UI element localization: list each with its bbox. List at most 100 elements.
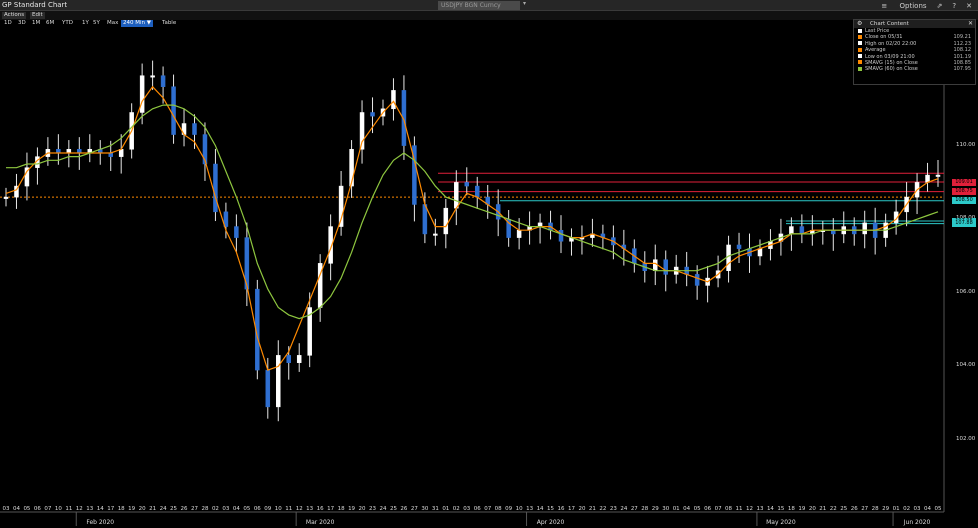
legend-rows: Last Price Close on 05/31 109.21 High on 02… bbox=[854, 28, 975, 73]
price-candle bbox=[265, 369, 271, 408]
x-tick-label: 27 bbox=[411, 506, 418, 512]
x-tick-label: 06 bbox=[474, 506, 481, 512]
price-candle bbox=[160, 75, 166, 87]
x-tick-label: 13 bbox=[86, 506, 93, 512]
price-candle bbox=[454, 182, 459, 209]
gear-icon[interactable]: ⚙ bbox=[857, 20, 862, 28]
x-tick-label: 27 bbox=[191, 506, 198, 512]
x-tick-label: 27 bbox=[631, 506, 638, 512]
x-tick-label: 10 bbox=[516, 506, 523, 512]
price-candle bbox=[192, 123, 197, 135]
x-tick-label: 11 bbox=[285, 506, 292, 512]
x-tick-label: 01 bbox=[673, 506, 680, 512]
month-label: Feb 2020 bbox=[86, 519, 114, 526]
x-tick-label: 31 bbox=[432, 506, 439, 512]
legend-header[interactable]: ⚙ Chart Content ✕ bbox=[854, 20, 975, 28]
x-tick-label: 21 bbox=[819, 506, 826, 512]
x-tick-label: 14 bbox=[97, 506, 104, 512]
x-tick-label: 13 bbox=[756, 506, 763, 512]
x-tick-label: 29 bbox=[882, 506, 889, 512]
x-tick-label: 06 bbox=[254, 506, 261, 512]
x-tick-label: 26 bbox=[181, 506, 188, 512]
price-chart[interactable]: 03 04 05 06 07 10 11 12 13 14 17 18 19 20 21 24 25 26 27 28… bbox=[0, 0, 978, 528]
x-tick-label: 15 bbox=[547, 506, 554, 512]
x-tick-label: 22 bbox=[830, 506, 837, 512]
x-tick-label: 05 bbox=[243, 506, 250, 512]
price-candle bbox=[862, 222, 867, 235]
legend-label: Average bbox=[865, 47, 886, 54]
legend-row[interactable]: SMAVG (60) on Close 107.95 bbox=[854, 66, 975, 72]
price-candle bbox=[370, 112, 375, 117]
price-badge: 108.75 bbox=[952, 188, 976, 196]
price-candle bbox=[276, 355, 281, 408]
legend-swatch bbox=[858, 54, 862, 59]
x-tick-label: 11 bbox=[65, 506, 72, 512]
price-candle bbox=[757, 248, 763, 257]
x-tick-label: 08 bbox=[725, 506, 732, 512]
x-tick-label: 05 bbox=[23, 506, 30, 512]
y-tick-label: 104.00 bbox=[956, 362, 976, 369]
x-tick-label: 02 bbox=[212, 506, 219, 512]
legend-label: Close on 05/31 bbox=[865, 34, 903, 41]
x-tick-label: 28 bbox=[641, 506, 648, 512]
x-tick-label: 12 bbox=[76, 506, 83, 512]
x-tick-label: 07 bbox=[44, 506, 51, 512]
x-tick-label: 26 bbox=[851, 506, 858, 512]
x-tick-label: 16 bbox=[317, 506, 324, 512]
legend-label: Low on 03/09 21:00 bbox=[865, 53, 915, 60]
legend-label: SMAVG (60) on Close bbox=[865, 66, 918, 73]
x-tick-label: 21 bbox=[149, 506, 156, 512]
price-candle bbox=[213, 163, 218, 213]
x-tick-label: 19 bbox=[348, 506, 355, 512]
price-candle bbox=[234, 226, 239, 238]
x-tick-label: 04 bbox=[924, 506, 931, 512]
price-candle bbox=[422, 204, 428, 235]
x-tick-label: 29 bbox=[652, 506, 659, 512]
x-tick-label: 18 bbox=[788, 506, 795, 512]
price-candle bbox=[391, 90, 396, 110]
y-tick-label: 110.00 bbox=[956, 141, 976, 148]
legend-swatch bbox=[858, 28, 862, 33]
legend-label: Last Price bbox=[865, 28, 890, 34]
x-tick-label: 20 bbox=[809, 506, 816, 512]
x-tick-label: 28 bbox=[201, 506, 208, 512]
legend-value: 107.95 bbox=[953, 66, 972, 73]
x-tick-label: 17 bbox=[327, 506, 334, 512]
price-badge: 108.50 bbox=[952, 197, 976, 205]
x-tick-label: 04 bbox=[13, 506, 20, 512]
close-icon[interactable]: ✕ bbox=[968, 20, 973, 28]
price-candle bbox=[653, 259, 658, 271]
price-candle bbox=[3, 196, 9, 199]
x-tick-label: 20 bbox=[578, 506, 585, 512]
x-tick-label: 12 bbox=[746, 506, 753, 512]
x-tick-label: 24 bbox=[160, 506, 167, 512]
price-candle bbox=[171, 86, 176, 135]
price-candle bbox=[726, 244, 731, 271]
x-tick-label: 03 bbox=[222, 506, 229, 512]
sma-line-60 bbox=[6, 104, 939, 320]
price-badge: 109.01 bbox=[952, 178, 976, 186]
legend-swatch bbox=[858, 66, 862, 71]
sma-line-15 bbox=[5, 85, 939, 371]
x-tick-label: 06 bbox=[704, 506, 711, 512]
x-tick-label: 30 bbox=[421, 506, 428, 512]
x-tick-label: 02 bbox=[453, 506, 460, 512]
month-label: Mar 2020 bbox=[306, 519, 335, 526]
price-candle bbox=[516, 229, 522, 238]
x-tick-label: 09 bbox=[264, 506, 271, 512]
price-candle bbox=[736, 244, 742, 249]
x-tick-label: 21 bbox=[589, 506, 596, 512]
x-tick-label: 13 bbox=[306, 506, 313, 512]
x-tick-label: 11 bbox=[736, 506, 743, 512]
legend-label: SMAVG (15) on Close bbox=[865, 59, 918, 66]
x-tick-label: 17 bbox=[568, 506, 575, 512]
x-tick-label: 04 bbox=[233, 506, 240, 512]
x-tick-label: 07 bbox=[715, 506, 722, 512]
month-label: May 2020 bbox=[766, 519, 796, 526]
x-tick-label: 28 bbox=[872, 506, 879, 512]
x-tick-label: 03 bbox=[3, 506, 10, 512]
x-tick-label: 12 bbox=[296, 506, 303, 512]
price-candle bbox=[433, 233, 438, 236]
price-candle bbox=[296, 355, 302, 363]
x-tick-label: 05 bbox=[935, 506, 942, 512]
